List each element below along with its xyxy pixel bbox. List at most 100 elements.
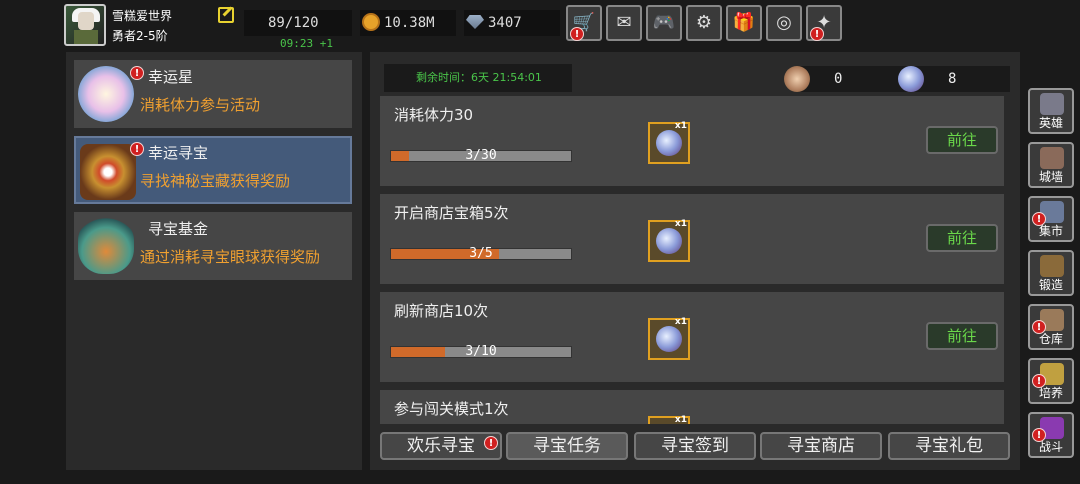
crystal-orb-icon	[656, 130, 682, 156]
mail-icon: ✉	[616, 12, 632, 33]
eye-medallion-icon	[80, 144, 136, 200]
player-name: 雪糕爱世界	[112, 9, 173, 23]
player-avatar[interactable]	[64, 4, 106, 46]
nav-helmet[interactable]: 英雄	[1028, 88, 1074, 134]
wheel-button[interactable]: ◎	[766, 5, 802, 41]
settings-button[interactable]: ⚙	[686, 5, 722, 41]
task-title: 消耗体力30	[394, 106, 474, 124]
progress-bar: 3/10	[390, 344, 572, 359]
reward-count: x1	[674, 415, 687, 424]
progress-bar: 3/5	[390, 246, 572, 261]
helmet-icon	[1040, 93, 1064, 115]
counter-1: 0	[798, 66, 910, 92]
nav-warehouse[interactable]: 仓库!	[1028, 304, 1074, 350]
avatar-face	[78, 12, 94, 30]
activity-title: 幸运星	[148, 68, 194, 86]
reward-count: x1	[674, 317, 687, 327]
energy-value: 89/120	[268, 15, 319, 31]
remaining-time-text: 剩余时间：6天 21:54:01	[416, 71, 542, 84]
activity-lucky-treasure[interactable]: ! 幸运寻宝 寻找神秘宝藏获得奖励	[74, 136, 352, 204]
gift-button[interactable]: 🎁	[726, 5, 762, 41]
alert-badge: !	[1032, 212, 1046, 226]
alert-badge: !	[130, 142, 144, 156]
activity-lucky-star[interactable]: ! 幸运星 消耗体力参与活动	[74, 60, 352, 128]
task-row: 消耗体力30 3/30 x1 前往	[380, 96, 1004, 186]
gift-icon: 🎁	[732, 12, 756, 33]
tab-1[interactable]: 欢乐寻宝!	[380, 432, 502, 460]
task-list[interactable]: 消耗体力30 3/30 x1 前往 开启商店宝箱5次 3/5 x1 前往 刷新商店10次 3/10…	[380, 96, 1004, 424]
nav-anvil[interactable]: 锻造	[1028, 250, 1074, 296]
activity-title: 幸运寻宝	[148, 144, 209, 162]
reward-item[interactable]: x1	[648, 219, 690, 262]
nav-trophy[interactable]: 培养!	[1028, 358, 1074, 404]
progress-text: 3/30	[465, 148, 497, 163]
activity-treasure-fund[interactable]: 寻宝基金 通过消耗寻宝眼球获得奖励	[74, 212, 352, 280]
alert-badge: !	[1032, 428, 1046, 442]
gold-value: 10.38M	[384, 15, 435, 31]
progress-text: 3/5	[469, 246, 493, 261]
tab-4[interactable]: 寻宝商店	[760, 432, 882, 460]
activity-desc: 寻找神秘宝藏获得奖励	[140, 172, 291, 190]
counter-1-value: 0	[834, 71, 843, 87]
alert-badge: !	[130, 66, 144, 80]
nav-label: 锻造	[1038, 278, 1063, 292]
nav-market[interactable]: 集市!	[1028, 196, 1074, 242]
money-bag-icon	[78, 218, 134, 274]
task-title: 刷新商店10次	[394, 302, 489, 320]
activity-desc: 通过消耗寻宝眼球获得奖励	[140, 248, 321, 266]
cookie-icon	[784, 66, 810, 92]
crystal-orb-icon	[898, 66, 924, 92]
reward-item[interactable]: x1	[648, 317, 690, 360]
gamepad-icon: 🎮	[652, 12, 676, 33]
task-panel: 剩余时间：6天 21:54:01 0 8 消耗体力30 3/30 x1 前往 开启商店宝…	[370, 52, 1020, 470]
activity-panel: ! 幸运星 消耗体力参与活动 ! 幸运寻宝 寻找神秘宝藏获得奖励 寻宝基金 通过…	[66, 52, 362, 470]
anvil-icon	[1040, 255, 1064, 277]
tab-label: 寻宝任务	[533, 436, 601, 456]
remaining-time: 剩余时间：6天 21:54:01	[384, 64, 572, 92]
tab-label: 欢乐寻宝	[407, 436, 475, 456]
alert-badge: !	[484, 436, 498, 450]
tab-5[interactable]: 寻宝礼包	[888, 432, 1010, 460]
energy-timer: 09:23 +1	[280, 37, 333, 50]
event-button[interactable]: ✦!	[806, 5, 842, 41]
activity-title: 寻宝基金	[148, 220, 209, 238]
counter-2-value: 8	[948, 71, 957, 87]
alert-badge: !	[570, 27, 584, 41]
crystal-orb-icon	[656, 228, 682, 254]
goto-button[interactable]: 前往	[926, 322, 998, 350]
nav-label: 英雄	[1038, 116, 1063, 130]
top-bar: 雪糕爱世界 勇者2-5阶 89/120 09:23 +1 10.38M 3407…	[0, 0, 1080, 50]
alert-badge: !	[1032, 374, 1046, 388]
shop-button[interactable]: 🛒!	[566, 5, 602, 41]
progress-bar: 3/30	[390, 148, 572, 163]
progress-text: 3/10	[465, 344, 497, 359]
wheel-icon: ◎	[776, 12, 792, 33]
tab-2[interactable]: 寻宝任务	[506, 432, 628, 460]
energy-display: 89/120	[244, 10, 352, 36]
tab-3[interactable]: 寻宝签到	[634, 432, 756, 460]
player-rank: 勇者2-5阶	[112, 29, 168, 43]
goto-button[interactable]: 前往	[926, 126, 998, 154]
gamepad-button[interactable]: 🎮	[646, 5, 682, 41]
gem-value: 3407	[488, 15, 522, 31]
goto-button[interactable]: 前往	[926, 224, 998, 252]
settings-icon: ⚙	[695, 12, 713, 33]
nav-portal[interactable]: 战斗!	[1028, 412, 1074, 458]
tab-label: 寻宝商店	[787, 436, 855, 456]
task-title: 参与闯关模式1次	[394, 400, 509, 418]
reward-count: x1	[674, 121, 687, 131]
tab-label: 寻宝签到	[661, 436, 729, 456]
reward-count: x1	[674, 219, 687, 229]
task-row: 参与闯关模式1次 x1	[380, 390, 1004, 424]
reward-item[interactable]: x1	[648, 415, 690, 424]
nav-castle[interactable]: 城墙	[1028, 142, 1074, 188]
task-row: 开启商店宝箱5次 3/5 x1 前往	[380, 194, 1004, 284]
alert-badge: !	[1032, 320, 1046, 334]
avatar-body	[74, 30, 98, 44]
edit-icon[interactable]	[218, 7, 234, 23]
crystal-orb-icon	[656, 326, 682, 352]
reward-item[interactable]: x1	[648, 121, 690, 164]
mail-button[interactable]: ✉	[606, 5, 642, 41]
coin-icon	[362, 13, 380, 31]
star-crystal-icon	[78, 66, 134, 122]
